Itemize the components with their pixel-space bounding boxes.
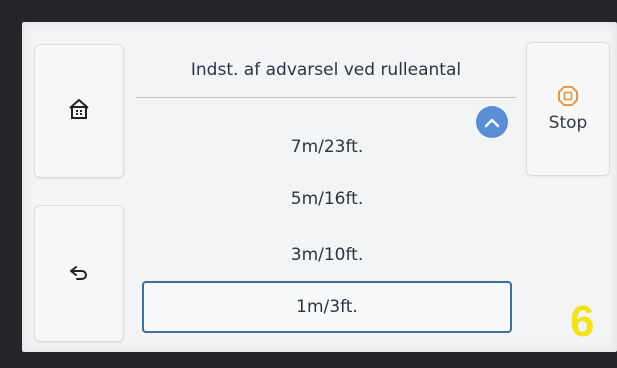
option-label: 7m/23ft. <box>290 137 364 157</box>
option-label: 3m/10ft. <box>290 245 364 265</box>
option-3m[interactable]: 3m/10ft. <box>142 231 512 279</box>
home-button[interactable] <box>34 44 124 178</box>
title-divider <box>136 97 516 98</box>
option-label: 1m/3ft. <box>296 297 358 317</box>
stop-button[interactable]: Stop <box>526 42 610 176</box>
option-1m-selected[interactable]: 1m/3ft. <box>142 281 512 333</box>
step-number: 6 <box>570 297 595 346</box>
back-arrow-icon <box>69 264 89 284</box>
option-5m[interactable]: 5m/16ft. <box>142 175 512 223</box>
stop-icon <box>557 85 579 111</box>
stop-label: Stop <box>548 113 588 133</box>
option-label: 5m/16ft. <box>290 189 364 209</box>
back-button[interactable] <box>34 205 124 342</box>
home-icon <box>68 98 90 124</box>
option-7m[interactable]: 7m/23ft. <box>142 123 512 171</box>
page-title: Indst. af advarsel ved rulleantal <box>190 60 462 80</box>
